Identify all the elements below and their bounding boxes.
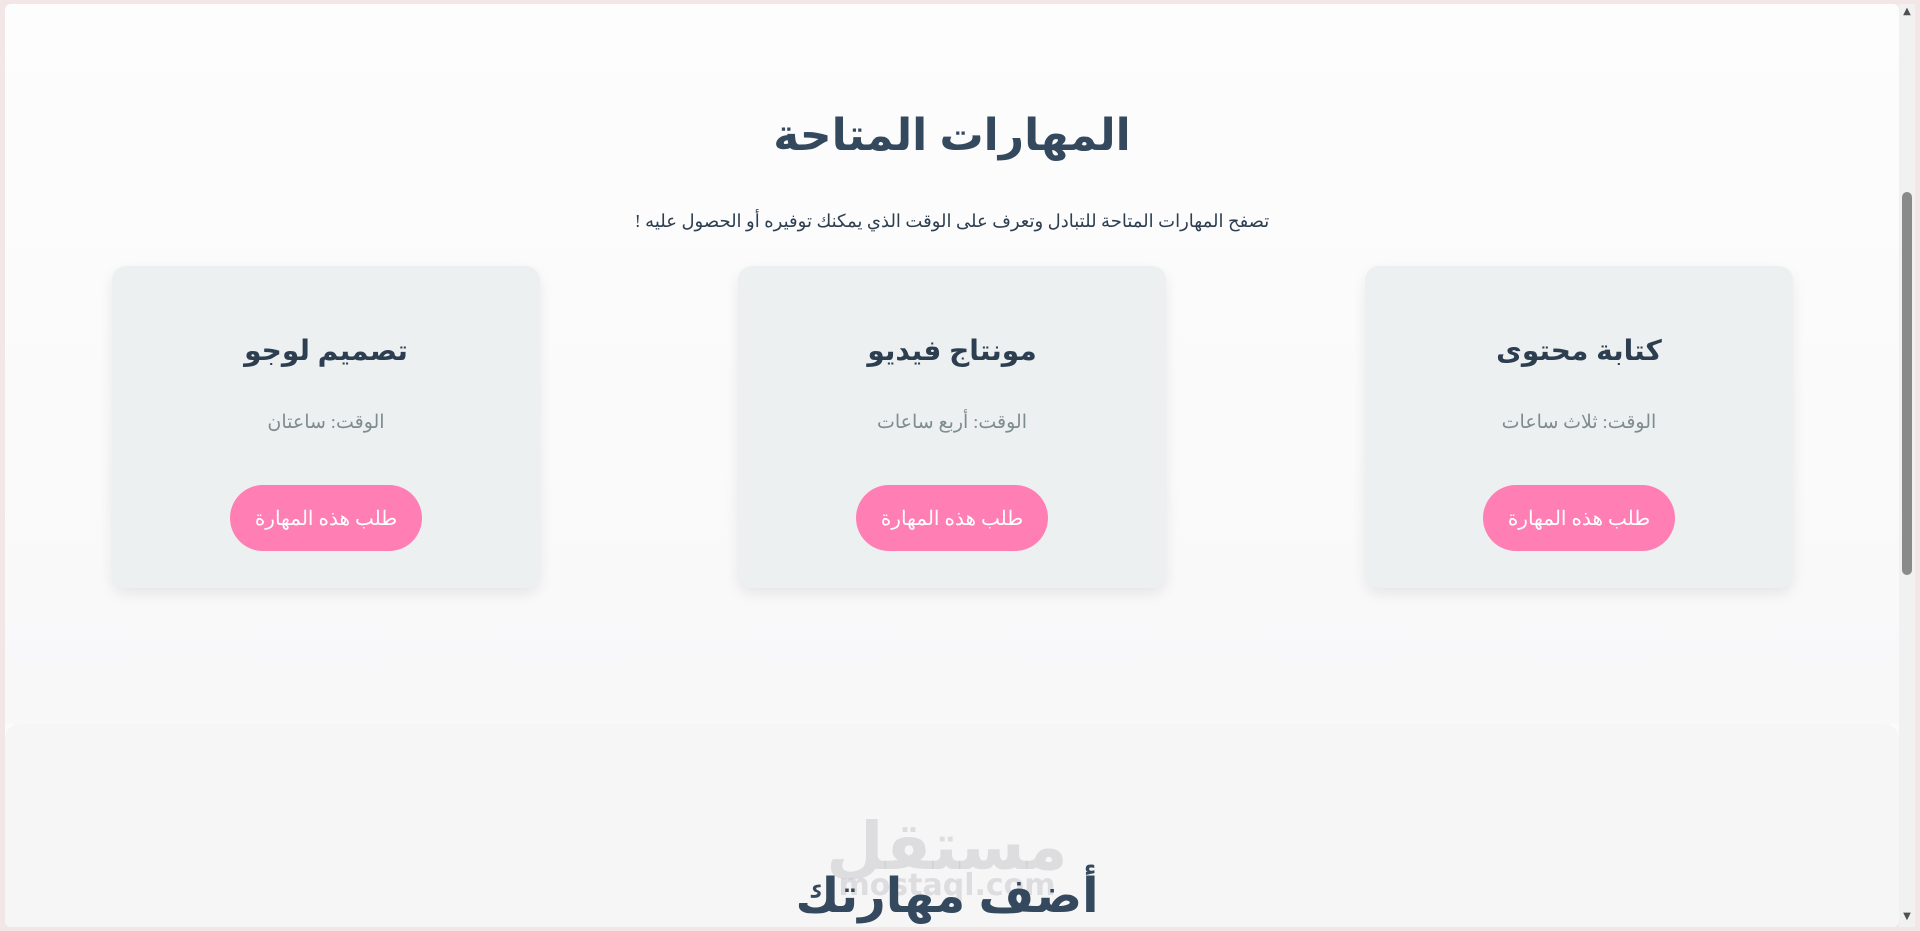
skill-card-time: الوقت: ساعتان xyxy=(267,412,385,433)
request-skill-button[interactable]: طلب هذه المهارة xyxy=(856,485,1048,551)
skill-card-logo-design: تصميم لوجو الوقت: ساعتان طلب هذه المهارة xyxy=(112,266,540,588)
skill-card-time: الوقت: ثلاث ساعات xyxy=(1501,412,1657,433)
skill-card-video-editing: مونتاج فيديو الوقت: أربع ساعات طلب هذه ا… xyxy=(738,266,1166,588)
add-skill-title: أضف مهارتك xyxy=(795,870,1099,923)
scrollbar-thumb[interactable] xyxy=(1902,192,1912,575)
vertical-scrollbar[interactable]: ▲ ▼ xyxy=(1899,4,1915,927)
skill-card-title: مونتاج فيديو xyxy=(867,335,1037,366)
page-viewport: المهارات المتاحة تصفح المهارات المتاحة ل… xyxy=(5,4,1899,927)
request-skill-button[interactable]: طلب هذه المهارة xyxy=(230,485,422,551)
skill-card-content-writing: كتابة محتوى الوقت: ثلاث ساعات طلب هذه ال… xyxy=(1365,266,1793,588)
section-subtitle: تصفح المهارات المتاحة للتبادل وتعرف على … xyxy=(634,211,1270,231)
scroll-down-icon[interactable]: ▼ xyxy=(1899,909,1915,925)
skill-card-title: كتابة محتوى xyxy=(1496,335,1662,366)
request-skill-button[interactable]: طلب هذه المهارة xyxy=(1483,485,1675,551)
skill-card-time: الوقت: أربع ساعات xyxy=(877,412,1027,433)
skill-card-title: تصميم لوجو xyxy=(244,335,408,366)
scroll-up-icon[interactable]: ▲ xyxy=(1899,4,1915,20)
available-skills-section: المهارات المتاحة تصفح المهارات المتاحة ل… xyxy=(5,4,1899,724)
section-title: المهارات المتاحة xyxy=(773,111,1131,160)
